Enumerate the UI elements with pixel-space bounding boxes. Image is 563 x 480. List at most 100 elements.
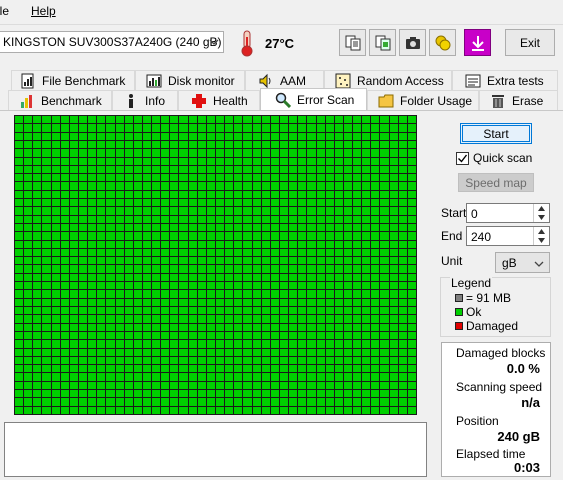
scan-block (88, 240, 97, 248)
scan-log[interactable] (4, 422, 427, 477)
scan-block (362, 248, 371, 257)
menu-help[interactable]: Help (31, 4, 56, 18)
scan-block (33, 149, 42, 157)
scan-block (88, 257, 97, 265)
scan-block (234, 331, 243, 340)
scan-block (78, 273, 88, 282)
scan-block (78, 340, 88, 348)
scan-block (33, 340, 42, 348)
start-button[interactable]: Start (460, 123, 532, 144)
tab-aam[interactable]: AAM (245, 70, 324, 90)
tab-error-scan[interactable]: Error Scan (260, 88, 367, 110)
spin-down-icon[interactable] (534, 213, 549, 222)
scan-block (325, 182, 334, 190)
scan-block (206, 124, 215, 132)
checkbox-box[interactable] (456, 151, 469, 165)
tab-extra-tests[interactable]: Extra tests (452, 70, 558, 90)
tab-info[interactable]: Info (112, 90, 178, 110)
spin-up-icon[interactable] (534, 204, 549, 213)
tab-health[interactable]: Health (178, 90, 260, 110)
menu-file[interactable]: ile (0, 4, 9, 18)
drive-select[interactable]: KINGSTON SUV300S37A240G (240 gB) (0, 31, 224, 53)
scan-block (97, 298, 106, 307)
scan-block (380, 116, 389, 124)
scan-block (243, 248, 252, 257)
scan-block (15, 298, 24, 307)
scan-block (51, 265, 60, 273)
unit-select[interactable]: gB (495, 252, 550, 273)
scan-block (243, 132, 252, 140)
quick-scan-checkbox[interactable]: Quick scan (456, 151, 532, 165)
update-button[interactable] (464, 29, 491, 56)
scan-block (398, 298, 407, 307)
tab-benchmark[interactable]: Benchmark (8, 90, 112, 110)
scan-block (362, 290, 371, 298)
scan-block (307, 331, 316, 340)
scan-block (161, 199, 170, 207)
spin-down-icon[interactable] (534, 236, 549, 245)
exit-button[interactable]: Exit (505, 29, 555, 56)
scan-block (225, 290, 234, 298)
scan-block (243, 199, 252, 207)
scan-block (243, 174, 252, 182)
scan-block (170, 124, 179, 132)
scan-block (243, 406, 252, 414)
scan-block (115, 174, 124, 182)
scan-block (279, 340, 289, 348)
scan-block (279, 165, 289, 174)
scan-block (353, 215, 362, 223)
scan-block (289, 124, 298, 132)
end-spin-buttons[interactable] (533, 227, 549, 245)
scan-block (353, 116, 362, 124)
scan-block (133, 207, 142, 215)
scan-block (398, 116, 407, 124)
start-spin-buttons[interactable] (533, 204, 549, 222)
options-button[interactable] (429, 29, 456, 56)
scan-block (243, 331, 252, 340)
copy-text-button[interactable] (339, 29, 366, 56)
tab-random-access[interactable]: Random Access (324, 70, 452, 90)
scan-block (216, 140, 225, 149)
screenshot-button[interactable] (399, 29, 426, 56)
scan-block (88, 323, 97, 331)
scan-block (307, 240, 316, 248)
scan-block (289, 290, 298, 298)
scan-block (179, 240, 188, 248)
tab-folder-usage[interactable]: Folder Usage (367, 90, 479, 110)
scan-block (24, 190, 33, 199)
scan-block (142, 140, 152, 149)
scan-block (124, 199, 133, 207)
scan-block (78, 390, 88, 398)
scan-block (216, 182, 225, 190)
scan-block (161, 223, 170, 232)
scan-block (279, 232, 289, 240)
scan-block (362, 390, 371, 398)
copy-screenshot-button[interactable] (369, 29, 396, 56)
scan-block (316, 406, 325, 414)
scan-block (161, 232, 170, 240)
start-spinbox[interactable]: 0 (466, 203, 550, 223)
tab-file-benchmark[interactable]: File Benchmark (11, 70, 135, 90)
tab-disk-monitor[interactable]: Disk monitor (135, 70, 245, 90)
scan-block (380, 165, 389, 174)
scan-block (371, 207, 380, 215)
scan-block (380, 381, 389, 390)
scan-block (88, 124, 97, 132)
scan-block (142, 124, 152, 132)
scan-block (106, 182, 115, 190)
end-spinbox[interactable]: 240 (466, 226, 550, 246)
spin-up-icon[interactable] (534, 227, 549, 236)
scan-block (298, 356, 307, 365)
scan-block (243, 124, 252, 132)
scan-block (270, 381, 279, 390)
scan-block (33, 365, 42, 373)
scan-block (142, 223, 152, 232)
scan-block (307, 282, 316, 290)
scan-block (234, 373, 243, 381)
tab-erase[interactable]: Erase (479, 90, 558, 110)
thermometer-icon (241, 30, 253, 57)
scan-block (252, 132, 261, 140)
scan-block (124, 232, 133, 240)
scan-block (197, 315, 206, 323)
scan-block (197, 215, 206, 223)
